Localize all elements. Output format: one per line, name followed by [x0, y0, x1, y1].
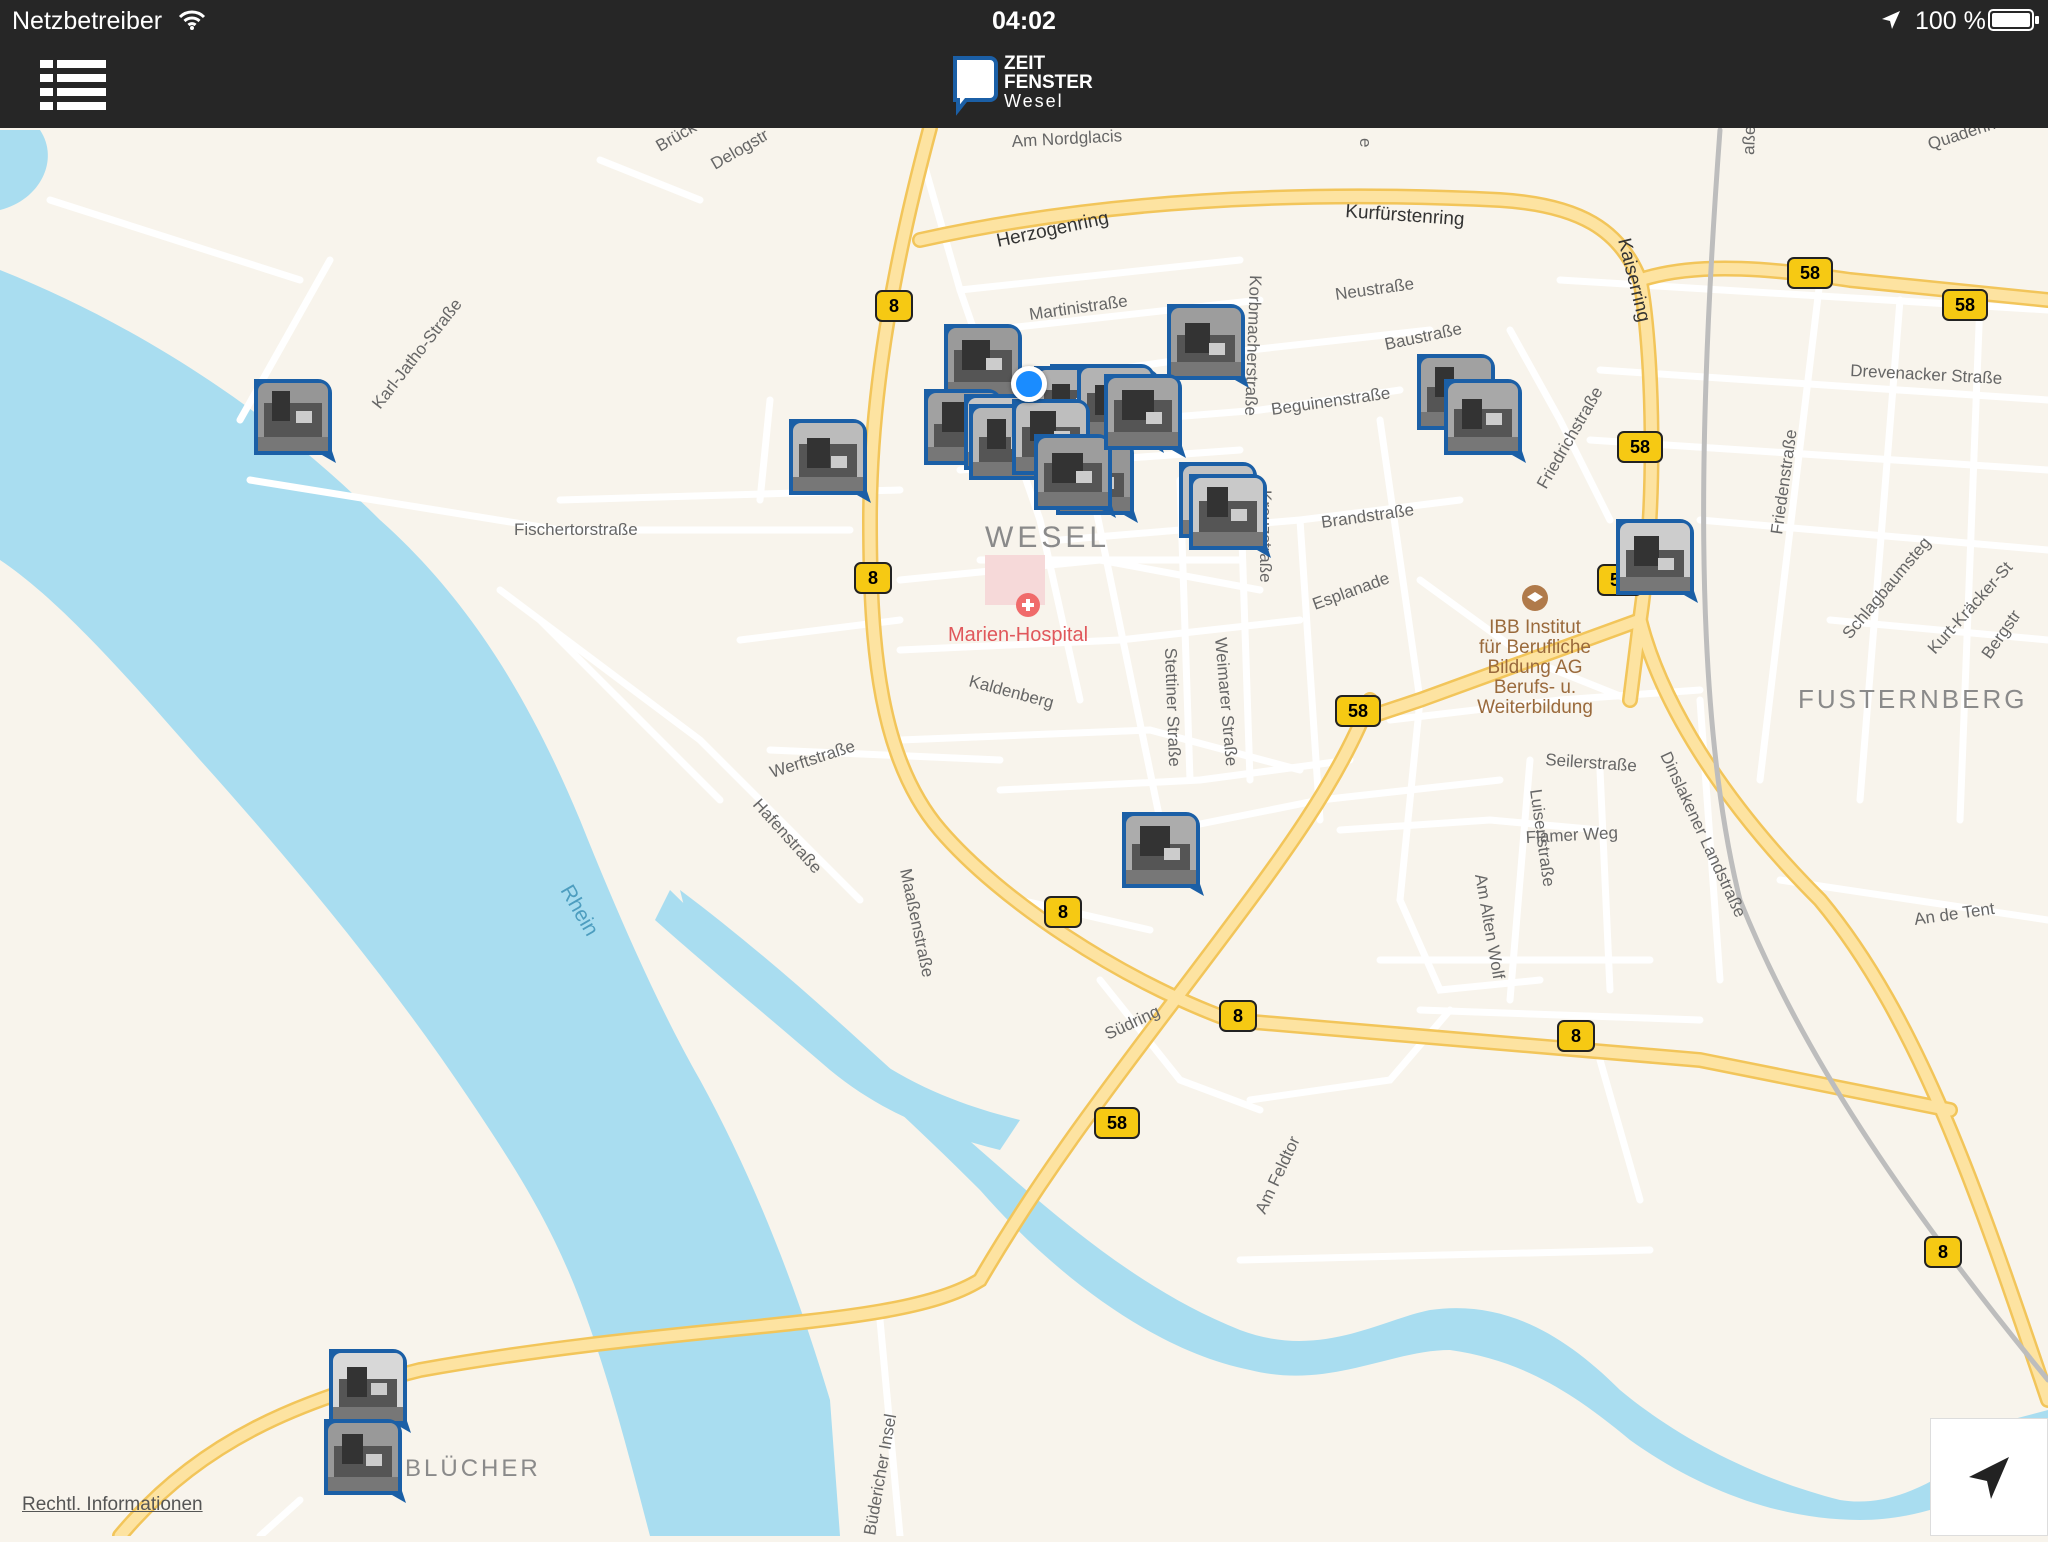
- battery-percent: 100 %: [1915, 7, 1986, 35]
- label-hospital: Marien-Hospital: [948, 624, 1088, 646]
- route-shield-8: 8: [1557, 1020, 1595, 1052]
- street-neustrasse: Neustraße: [1334, 274, 1415, 304]
- education-cap-icon: [1522, 585, 1548, 611]
- photo-pin-15[interactable]: [1440, 375, 1526, 463]
- app-logo: ZEIT FENSTER Wesel: [952, 54, 1098, 116]
- street-am-feldtor: Am Feldtor: [1251, 1133, 1303, 1217]
- street-am-alten-wolf: Am Alten Wolf: [1471, 872, 1508, 980]
- svg-text:8: 8: [1233, 1006, 1243, 1026]
- route-shield-58: 58: [1335, 695, 1381, 727]
- photo-pin-23[interactable]: [1100, 370, 1186, 458]
- label-poi-line1: IBB Institut: [1489, 617, 1582, 638]
- route-shield-8: 8: [875, 290, 913, 322]
- user-location-dot: [1011, 366, 1047, 402]
- hospital-cross-icon: [1016, 593, 1040, 617]
- navigation-bar: ZEIT FENSTER Wesel: [0, 40, 2048, 128]
- street-fischertorstrasse: Fischertorstraße: [514, 520, 638, 539]
- speech-bubble-logo-icon: [953, 56, 998, 116]
- route-shield-8: 8: [1219, 1000, 1257, 1032]
- route-shield-58: 58: [1787, 257, 1833, 289]
- street-quadenring: Quadenri: [1925, 128, 1997, 154]
- label-district-bluecher: BLÜCHER: [405, 1455, 541, 1482]
- route-shield-8: 8: [1044, 896, 1082, 928]
- route-shield-8: 8: [854, 562, 892, 594]
- street-stettiner-strasse: Stettiner Straße: [1161, 647, 1184, 767]
- street-werftstrasse: Werftstraße: [767, 736, 857, 781]
- street-hafenstrasse: Hafenstraße: [749, 795, 826, 877]
- street-kaldenberg: Kaldenberg: [967, 672, 1056, 713]
- status-bar: Netzbetreiber 04:02 100 %: [0, 0, 2048, 40]
- location-services-icon: [1882, 11, 1900, 29]
- street-beguinenstrasse: Beguinenstraße: [1270, 383, 1392, 419]
- status-time: 04:02: [992, 7, 1056, 35]
- street-esplanade: Esplanade: [1310, 568, 1392, 613]
- street-brueck: Brück: [653, 128, 701, 155]
- route-shield-58: 58: [1617, 431, 1663, 463]
- route-shield-8: 8: [1924, 1236, 1962, 1268]
- svg-text:8: 8: [1058, 902, 1068, 922]
- photo-pin-1[interactable]: [250, 375, 336, 463]
- rhine-left-channel: [0, 130, 48, 210]
- photo-pin-17[interactable]: [1118, 808, 1204, 896]
- logo-text-wesel: Wesel: [1004, 91, 1064, 111]
- street-brandstrasse: Brandstraße: [1320, 500, 1415, 532]
- battery-icon: [1988, 9, 2039, 31]
- street-seilerstrasse: Seilerstraße: [1545, 750, 1638, 775]
- logo-text-fenster: FENSTER: [1004, 72, 1093, 93]
- street-karl-jatho-strasse: Karl-Jatho-Straße: [368, 295, 466, 412]
- photo-pin-16[interactable]: [1612, 515, 1698, 603]
- svg-text:58: 58: [1348, 701, 1368, 721]
- locate-me-button[interactable]: [1930, 1418, 2048, 1536]
- svg-text:58: 58: [1630, 437, 1650, 457]
- legal-info-link[interactable]: Rechtl. Informationen: [22, 1494, 203, 1516]
- label-poi-line3: Bildung AG: [1487, 657, 1582, 678]
- svg-text:8: 8: [1571, 1026, 1581, 1046]
- street-fragment-2: aße: [1739, 128, 1759, 155]
- street-baustrasse: Baustraße: [1383, 319, 1464, 354]
- label-district-fusternberg: FUSTERNBERG: [1798, 684, 2027, 714]
- photo-pin-20[interactable]: [320, 1415, 406, 1503]
- label-poi-line4: Berufs- u.: [1494, 677, 1576, 698]
- list-menu-icon[interactable]: [40, 58, 106, 110]
- svg-text:58: 58: [1955, 295, 1975, 315]
- route-shield-58: 58: [1942, 289, 1988, 321]
- svg-text:8: 8: [889, 296, 899, 316]
- location-arrow-icon: [1969, 1457, 2009, 1499]
- svg-text:8: 8: [1938, 1242, 1948, 1262]
- svg-text:58: 58: [1800, 263, 1820, 283]
- route-shield-58: 58: [1094, 1107, 1140, 1139]
- photo-pin-24[interactable]: [1185, 470, 1271, 558]
- label-poi-line2: für Berufliche: [1479, 637, 1591, 658]
- rhine-river: [0, 270, 840, 1536]
- street-delogstr: Delogstr: [708, 128, 773, 173]
- logo-text-zeit: ZEIT: [1004, 53, 1046, 74]
- svg-text:58: 58: [1107, 1113, 1127, 1133]
- svg-text:8: 8: [868, 568, 878, 588]
- photo-pin-2[interactable]: [785, 415, 871, 503]
- street-fragment-1: e: [1356, 138, 1375, 147]
- street-am-nordglacis: Am Nordglacis: [1011, 128, 1122, 151]
- label-poi-line5: Weiterbildung: [1477, 697, 1593, 718]
- map-view[interactable]: WESEL FUSTERNBERG BLÜCHER Rhein Marien-H…: [0, 128, 2048, 1536]
- street-maassenstrasse: Maaßenstraße: [896, 867, 938, 979]
